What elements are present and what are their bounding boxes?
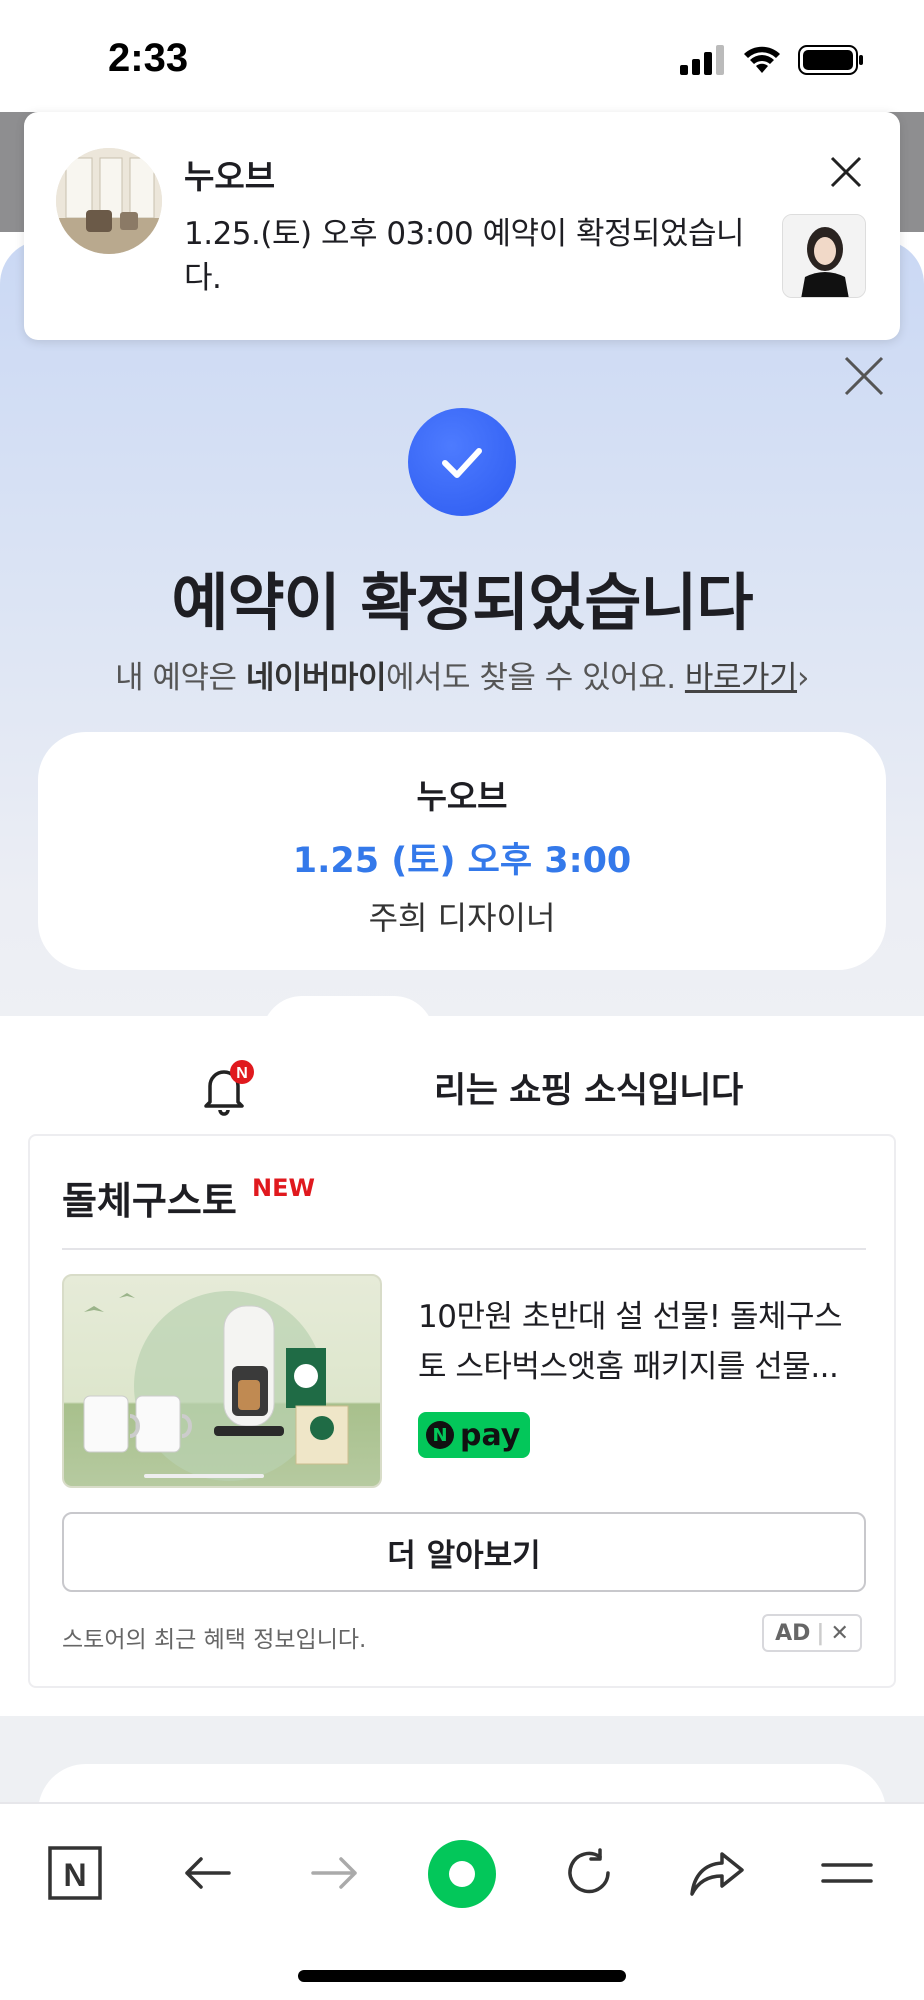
cellular-signal-icon bbox=[680, 45, 724, 75]
product-description[interactable]: 10만원 초반대 설 선물! 돌체구스 토 스타벅스앳홈 패키지를 선물... bbox=[418, 1292, 868, 1392]
npay-n-icon: N bbox=[426, 1421, 454, 1449]
status-bar: 2:33 bbox=[0, 0, 924, 112]
naver-n-label: N bbox=[63, 1857, 86, 1893]
npay-badge: N pay bbox=[418, 1412, 530, 1458]
notification-body: 1.25.(토) 오후 03:00 예약이 확정되었습니다. bbox=[184, 216, 745, 296]
arrow-right-icon bbox=[311, 1857, 357, 1889]
salon-interior-image bbox=[56, 148, 162, 254]
chevron-right-icon[interactable]: › bbox=[797, 660, 809, 696]
wifi-icon bbox=[744, 46, 780, 73]
battery-icon bbox=[798, 45, 863, 75]
menu-button[interactable] bbox=[812, 1838, 882, 1908]
salon-avatar bbox=[56, 148, 162, 254]
learn-more-button[interactable]: 더 알아보기 bbox=[62, 1512, 866, 1592]
share-button[interactable] bbox=[682, 1838, 752, 1908]
designer-thumbnail bbox=[782, 214, 866, 298]
naver-my-label: 네이버마이 bbox=[245, 660, 387, 696]
notification-banner[interactable]: 누오브 1.25.(토) 오후 03:00 예약이 확정되었습니다. bbox=[24, 112, 900, 340]
back-button[interactable] bbox=[172, 1838, 242, 1908]
shopping-header: N 리는 쇼핑 소식입니다 bbox=[0, 1040, 924, 1126]
arrow-left-icon bbox=[185, 1857, 231, 1889]
shopping-header-text: 리는 쇼핑 소식입니다 bbox=[434, 1071, 743, 1111]
confirmation-title: 예약이 확정되었습니다 bbox=[171, 566, 754, 639]
product-image[interactable] bbox=[62, 1274, 382, 1488]
store-name[interactable]: 돌체구스토 bbox=[62, 1170, 237, 1225]
status-icons bbox=[680, 44, 864, 76]
checkmark-icon bbox=[442, 448, 482, 478]
ad-label: AD bbox=[775, 1620, 811, 1646]
home-indicator[interactable] bbox=[298, 1970, 626, 1982]
ad-footer-text: 스토어의 최근 혜택 정보입니다. bbox=[62, 1627, 367, 1653]
green-dot-button[interactable] bbox=[426, 1838, 498, 1910]
hamburger-menu-icon bbox=[821, 1863, 873, 1883]
booking-card[interactable]: 누오브 1.25 (토) 오후 3:00 주희 디자이너 bbox=[38, 732, 886, 970]
naver-n-icon: N bbox=[48, 1846, 102, 1900]
new-badge: NEW bbox=[252, 1174, 315, 1202]
forward-button[interactable] bbox=[300, 1838, 370, 1908]
bump-layer bbox=[0, 996, 924, 1036]
share-icon bbox=[690, 1852, 744, 1896]
divider bbox=[62, 1248, 866, 1250]
booking-datetime: 1.25 (토) 오후 3:00 bbox=[292, 841, 632, 881]
ad-separator: | bbox=[816, 1620, 825, 1646]
subtitle-prefix: 내 예약은 bbox=[115, 660, 246, 696]
goto-link[interactable]: 바로가기 bbox=[685, 660, 798, 696]
subtitle-suffix: 에서도 찾을 수 있어요. bbox=[385, 660, 685, 696]
booking-shop-name: 누오브 bbox=[416, 777, 508, 816]
green-dot-icon bbox=[428, 1840, 496, 1908]
bell-icon[interactable]: N bbox=[196, 1058, 256, 1118]
reload-icon bbox=[568, 1848, 610, 1894]
ad-close-icon[interactable]: ✕ bbox=[830, 1621, 848, 1646]
confirmation-subtitle: 내 예약은 네이버마이에서도 찾을 수 있어요. 바로가기› bbox=[0, 652, 924, 697]
bell-badge: N bbox=[236, 1065, 248, 1082]
notification-title: 누오브 bbox=[184, 157, 276, 196]
booking-designer: 주희 디자이너 bbox=[368, 899, 556, 937]
product-line-2: 토 스타벅스앳홈 패키지를 선물... bbox=[418, 1349, 839, 1385]
npay-label: pay bbox=[460, 1417, 521, 1453]
check-circle-icon bbox=[408, 408, 516, 516]
designer-photo bbox=[783, 215, 865, 297]
product-line-1: 10만원 초반대 설 선물! 돌체구스 bbox=[418, 1299, 843, 1335]
naver-home-button[interactable]: N bbox=[40, 1838, 110, 1908]
header-bump bbox=[262, 996, 434, 1036]
close-icon[interactable] bbox=[826, 152, 866, 192]
coffee-machine-illustration bbox=[83, 1291, 349, 1481]
close-icon[interactable] bbox=[840, 352, 888, 400]
reload-button[interactable] bbox=[554, 1838, 624, 1908]
status-time: 2:33 bbox=[108, 36, 189, 80]
ad-card[interactable]: 돌체구스토 NEW 10만원 초반대 설 선물! 돌체구스 토 스타벅스앳홈 패… bbox=[28, 1134, 896, 1688]
ad-badge[interactable]: AD | ✕ bbox=[762, 1614, 862, 1652]
